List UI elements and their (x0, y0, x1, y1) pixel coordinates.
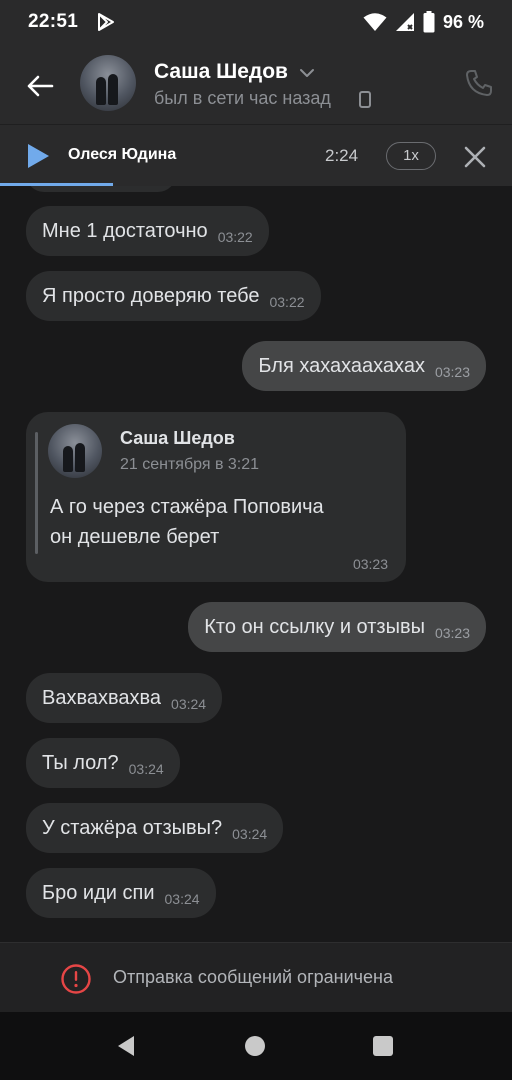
forwarded-text: А го через стажёра Поповича он дешевле б… (50, 492, 390, 552)
message-time: 03:22 (217, 229, 253, 245)
forwarded-message[interactable]: Саша Шедов 21 сентября в 3:21 А го через… (26, 412, 406, 582)
wifi-icon (363, 13, 387, 31)
forwarded-author-avatar[interactable] (48, 424, 102, 478)
messaging-restricted-bar: Отправка сообщений ограничена (0, 942, 512, 1012)
playback-speed-button[interactable]: 1x (386, 142, 436, 170)
play-store-icon (98, 13, 115, 31)
message-bubble[interactable]: У стажёра отзывы? 03:24 (26, 803, 284, 853)
play-icon[interactable] (26, 143, 50, 169)
message-list[interactable]: Мне 1 достаточно 03:22 Я просто доверяю т… (0, 186, 512, 942)
message-time: 03:23 (352, 556, 388, 572)
message-time: 03:24 (232, 826, 268, 842)
status-time: 22:51 (28, 11, 79, 32)
track-time: 2:24 (325, 146, 359, 165)
message-bubble-outgoing[interactable]: Кто он ссылку и отзывы 03:23 (188, 602, 486, 652)
message-bubble-outgoing[interactable]: Бля хахахаахахах 03:23 (242, 341, 486, 391)
forwarded-date: 21 сентября в 3:21 (120, 456, 260, 473)
message-bubble[interactable]: Мне 1 достаточно 03:22 (26, 206, 269, 256)
message-time: 03:24 (128, 761, 164, 777)
message-time: 03:23 (434, 364, 470, 380)
forwarded-text-line: А го через стажёра Поповича (50, 496, 324, 518)
message-bubble[interactable]: Бро иди спи 03:24 (26, 868, 216, 918)
battery-icon (423, 11, 435, 33)
forwarded-text-line: он дешевле берет (50, 526, 220, 548)
chevron-down-icon[interactable] (298, 64, 316, 82)
message-text: Кто он ссылку и отзывы (204, 616, 425, 638)
status-bar: 22:51 96 % (0, 0, 512, 44)
forward-quote-bar (35, 432, 38, 554)
phone-call-icon[interactable] (464, 68, 494, 98)
nav-back-icon[interactable] (114, 1034, 138, 1058)
contact-avatar[interactable] (80, 55, 136, 111)
track-title[interactable]: Олеся Юдина (68, 146, 176, 164)
arrow-left-icon (27, 75, 54, 97)
nav-recents-icon[interactable] (373, 1036, 393, 1056)
message-time: 03:22 (269, 294, 305, 310)
contact-name[interactable]: Саша Шедов (154, 60, 288, 84)
message-bubble[interactable]: Ты лол? 03:24 (26, 738, 180, 788)
chat-header: Саша Шедов был в сети час назад (0, 44, 512, 124)
message-bubble[interactable]: Вахвахвахва 03:24 (26, 673, 223, 723)
message-text: Бро иди спи (42, 882, 155, 904)
audio-player: Олеся Юдина 2:24 1x (0, 124, 512, 186)
system-navigation-bar (0, 1012, 512, 1080)
signal-icon (395, 13, 414, 31)
message-bubble-partial[interactable] (26, 186, 176, 192)
warning-circle-icon (61, 964, 91, 994)
mobile-device-icon (359, 91, 371, 108)
close-icon[interactable] (462, 144, 488, 170)
message-text: Мне 1 достаточно (42, 220, 208, 242)
forwarded-author-name[interactable]: Саша Шедов (120, 428, 235, 449)
message-text: Бля хахахаахахах (258, 355, 425, 377)
nav-home-icon[interactable] (245, 1036, 265, 1056)
restriction-text: Отправка сообщений ограничена (113, 967, 393, 987)
message-time: 03:24 (164, 891, 200, 907)
message-text: Вахвахвахва (42, 687, 162, 709)
message-text: У стажёра отзывы? (42, 817, 223, 839)
message-time: 03:23 (434, 625, 470, 641)
message-text: Ты лол? (42, 752, 119, 774)
last-seen-status: был в сети час назад (154, 88, 331, 108)
message-text: Я просто доверяю тебе (42, 285, 260, 307)
message-time: 03:24 (171, 696, 207, 712)
message-bubble[interactable]: Я просто доверяю тебе 03:22 (26, 271, 321, 321)
battery-percent: 96 % (442, 11, 484, 32)
back-button[interactable] (22, 68, 58, 104)
